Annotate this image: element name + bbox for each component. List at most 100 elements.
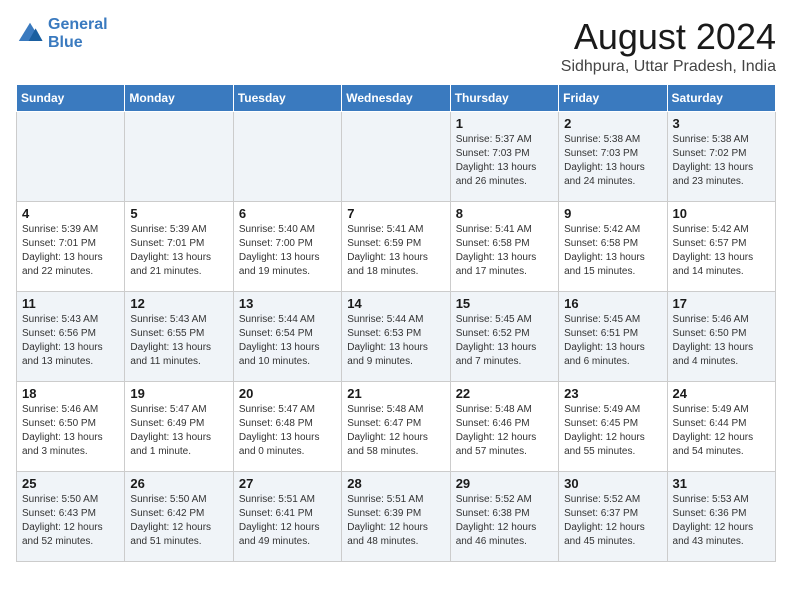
day-info: Sunrise: 5:42 AM Sunset: 6:57 PM Dayligh… (673, 223, 770, 279)
day-info: Sunrise: 5:47 AM Sunset: 6:48 PM Dayligh… (239, 403, 336, 459)
day-info: Sunrise: 5:44 AM Sunset: 6:54 PM Dayligh… (239, 313, 336, 369)
day-info: Sunrise: 5:41 AM Sunset: 6:59 PM Dayligh… (347, 223, 444, 279)
day-info: Sunrise: 5:50 AM Sunset: 6:42 PM Dayligh… (130, 493, 227, 549)
day-number: 5 (130, 206, 227, 221)
calendar-cell: 20 Sunrise: 5:47 AM Sunset: 6:48 PM Dayli… (233, 382, 341, 472)
day-number: 29 (456, 476, 553, 491)
header-row: SundayMondayTuesdayWednesdayThursdayFrid… (17, 85, 776, 112)
calendar-cell: 13 Sunrise: 5:44 AM Sunset: 6:54 PM Dayli… (233, 292, 341, 382)
day-info: Sunrise: 5:48 AM Sunset: 6:47 PM Dayligh… (347, 403, 444, 459)
col-header-sunday: Sunday (17, 85, 125, 112)
day-number: 7 (347, 206, 444, 221)
day-number: 27 (239, 476, 336, 491)
calendar-cell: 11 Sunrise: 5:43 AM Sunset: 6:56 PM Dayli… (17, 292, 125, 382)
calendar-table: SundayMondayTuesdayWednesdayThursdayFrid… (16, 84, 776, 562)
calendar-cell: 17Sunrise: 5:46 AM Sunset: 6:50 PM Dayli… (667, 292, 775, 382)
week-row-1: 1Sunrise: 5:37 AM Sunset: 7:03 PM Daylig… (17, 112, 776, 202)
calendar-cell: 2 Sunrise: 5:38 AM Sunset: 7:03 PM Daylig… (559, 112, 667, 202)
day-number: 22 (456, 386, 553, 401)
day-number: 21 (347, 386, 444, 401)
day-info: Sunrise: 5:48 AM Sunset: 6:46 PM Dayligh… (456, 403, 553, 459)
week-row-5: 25Sunrise: 5:50 AM Sunset: 6:43 PM Dayli… (17, 472, 776, 562)
day-info: Sunrise: 5:38 AM Sunset: 7:03 PM Dayligh… (564, 133, 661, 189)
logo-icon (16, 20, 44, 48)
calendar-cell: 24 Sunrise: 5:49 AM Sunset: 6:44 PM Dayli… (667, 382, 775, 472)
day-info: Sunrise: 5:38 AM Sunset: 7:02 PM Dayligh… (673, 133, 770, 189)
day-info: Sunrise: 5:47 AM Sunset: 6:49 PM Dayligh… (130, 403, 227, 459)
calendar-cell: 22 Sunrise: 5:48 AM Sunset: 6:46 PM Dayli… (450, 382, 558, 472)
day-info: Sunrise: 5:45 AM Sunset: 6:51 PM Dayligh… (564, 313, 661, 369)
calendar-cell: 1Sunrise: 5:37 AM Sunset: 7:03 PM Daylig… (450, 112, 558, 202)
col-header-saturday: Saturday (667, 85, 775, 112)
day-info: Sunrise: 5:44 AM Sunset: 6:53 PM Dayligh… (347, 313, 444, 369)
day-info: Sunrise: 5:51 AM Sunset: 6:41 PM Dayligh… (239, 493, 336, 549)
day-number: 10 (673, 206, 770, 221)
col-header-monday: Monday (125, 85, 233, 112)
col-header-wednesday: Wednesday (342, 85, 450, 112)
calendar-cell: 18Sunrise: 5:46 AM Sunset: 6:50 PM Dayli… (17, 382, 125, 472)
col-header-friday: Friday (559, 85, 667, 112)
day-number: 11 (22, 296, 119, 311)
calendar-cell: 8Sunrise: 5:41 AM Sunset: 6:58 PM Daylig… (450, 202, 558, 292)
calendar-cell: 29 Sunrise: 5:52 AM Sunset: 6:38 PM Dayli… (450, 472, 558, 562)
calendar-cell: 14 Sunrise: 5:44 AM Sunset: 6:53 PM Dayli… (342, 292, 450, 382)
calendar-cell: 5 Sunrise: 5:39 AM Sunset: 7:01 PM Daylig… (125, 202, 233, 292)
day-number: 31 (673, 476, 770, 491)
col-header-thursday: Thursday (450, 85, 558, 112)
calendar-cell: 7 Sunrise: 5:41 AM Sunset: 6:59 PM Daylig… (342, 202, 450, 292)
day-number: 28 (347, 476, 444, 491)
calendar-cell (125, 112, 233, 202)
header: General Blue August 2024 Sidhpura, Uttar… (16, 16, 776, 76)
day-number: 9 (564, 206, 661, 221)
calendar-cell: 3 Sunrise: 5:38 AM Sunset: 7:02 PM Daylig… (667, 112, 775, 202)
calendar-cell (17, 112, 125, 202)
day-number: 17 (673, 296, 770, 311)
calendar-cell: 19 Sunrise: 5:47 AM Sunset: 6:49 PM Dayli… (125, 382, 233, 472)
calendar-cell: 4 Sunrise: 5:39 AM Sunset: 7:01 PM Daylig… (17, 202, 125, 292)
day-number: 12 (130, 296, 227, 311)
day-number: 4 (22, 206, 119, 221)
day-number: 25 (22, 476, 119, 491)
calendar-cell: 23 Sunrise: 5:49 AM Sunset: 6:45 PM Dayli… (559, 382, 667, 472)
day-number: 14 (347, 296, 444, 311)
calendar-cell: 28 Sunrise: 5:51 AM Sunset: 6:39 PM Dayli… (342, 472, 450, 562)
day-info: Sunrise: 5:42 AM Sunset: 6:58 PM Dayligh… (564, 223, 661, 279)
day-info: Sunrise: 5:43 AM Sunset: 6:56 PM Dayligh… (22, 313, 119, 369)
day-number: 13 (239, 296, 336, 311)
calendar-cell: 31 Sunrise: 5:53 AM Sunset: 6:36 PM Dayli… (667, 472, 775, 562)
calendar-cell: 9 Sunrise: 5:42 AM Sunset: 6:58 PM Daylig… (559, 202, 667, 292)
col-header-tuesday: Tuesday (233, 85, 341, 112)
day-number: 23 (564, 386, 661, 401)
day-info: Sunrise: 5:51 AM Sunset: 6:39 PM Dayligh… (347, 493, 444, 549)
calendar-cell: 25Sunrise: 5:50 AM Sunset: 6:43 PM Dayli… (17, 472, 125, 562)
day-number: 15 (456, 296, 553, 311)
calendar-cell: 16Sunrise: 5:45 AM Sunset: 6:51 PM Dayli… (559, 292, 667, 382)
day-number: 26 (130, 476, 227, 491)
day-info: Sunrise: 5:52 AM Sunset: 6:38 PM Dayligh… (456, 493, 553, 549)
day-number: 6 (239, 206, 336, 221)
day-number: 19 (130, 386, 227, 401)
day-info: Sunrise: 5:40 AM Sunset: 7:00 PM Dayligh… (239, 223, 336, 279)
day-number: 2 (564, 116, 661, 131)
calendar-cell (342, 112, 450, 202)
day-info: Sunrise: 5:53 AM Sunset: 6:36 PM Dayligh… (673, 493, 770, 549)
calendar-cell: 30Sunrise: 5:52 AM Sunset: 6:37 PM Dayli… (559, 472, 667, 562)
day-info: Sunrise: 5:39 AM Sunset: 7:01 PM Dayligh… (130, 223, 227, 279)
day-info: Sunrise: 5:37 AM Sunset: 7:03 PM Dayligh… (456, 133, 553, 189)
calendar-cell: 27 Sunrise: 5:51 AM Sunset: 6:41 PM Dayli… (233, 472, 341, 562)
day-number: 3 (673, 116, 770, 131)
week-row-4: 18Sunrise: 5:46 AM Sunset: 6:50 PM Dayli… (17, 382, 776, 472)
day-info: Sunrise: 5:46 AM Sunset: 6:50 PM Dayligh… (22, 403, 119, 459)
day-number: 20 (239, 386, 336, 401)
week-row-3: 11 Sunrise: 5:43 AM Sunset: 6:56 PM Dayli… (17, 292, 776, 382)
day-number: 24 (673, 386, 770, 401)
day-info: Sunrise: 5:41 AM Sunset: 6:58 PM Dayligh… (456, 223, 553, 279)
day-info: Sunrise: 5:49 AM Sunset: 6:45 PM Dayligh… (564, 403, 661, 459)
day-info: Sunrise: 5:45 AM Sunset: 6:52 PM Dayligh… (456, 313, 553, 369)
logo: General Blue (16, 16, 108, 51)
logo-line1: General (48, 16, 108, 33)
day-info: Sunrise: 5:49 AM Sunset: 6:44 PM Dayligh… (673, 403, 770, 459)
day-info: Sunrise: 5:39 AM Sunset: 7:01 PM Dayligh… (22, 223, 119, 279)
subtitle: Sidhpura, Uttar Pradesh, India (561, 58, 776, 76)
logo-line2: Blue (48, 34, 83, 51)
